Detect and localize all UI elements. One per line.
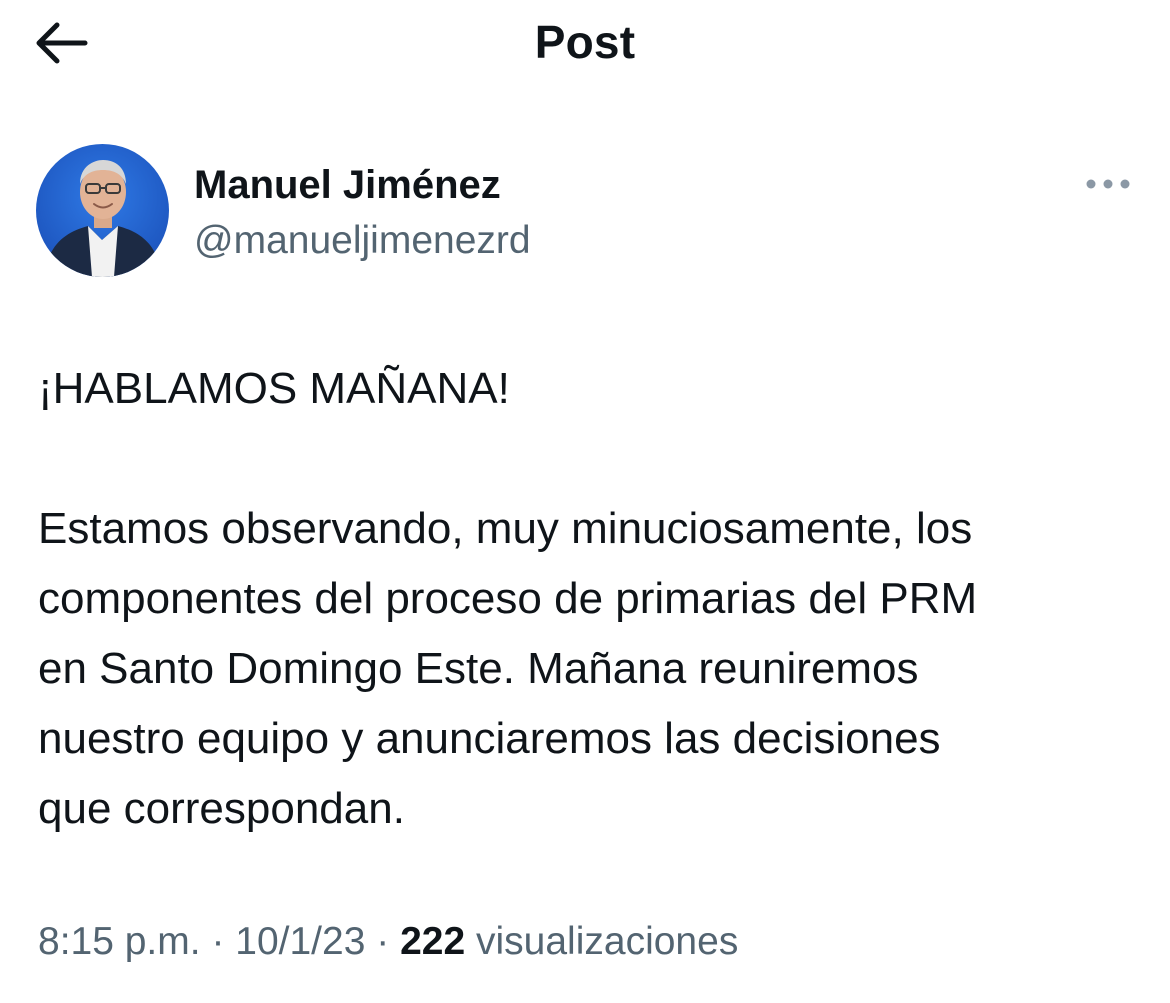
post-line: que correspondan. bbox=[38, 784, 405, 833]
top-bar: Post bbox=[0, 0, 1170, 90]
author-handle[interactable]: @manueljimenezrd bbox=[194, 216, 531, 266]
post-body: ¡HABLAMOS MAÑANA! Estamos observando, mu… bbox=[38, 354, 1138, 844]
more-options-button[interactable] bbox=[1078, 166, 1138, 202]
post-line: Estamos observando, muy minuciosamente, … bbox=[38, 504, 973, 553]
separator: · bbox=[211, 920, 225, 963]
page-title: Post bbox=[534, 16, 636, 68]
separator: · bbox=[376, 920, 390, 963]
post-author: Manuel Jiménez @manueljimenezrd bbox=[36, 144, 1136, 278]
views-count[interactable]: 222 bbox=[400, 920, 465, 963]
profile-photo bbox=[36, 144, 169, 277]
post-line: componentes del proceso de primarias del… bbox=[38, 574, 978, 623]
post-metadata: 8:15 p.m. · 10/1/23 · 222 visualizacione… bbox=[38, 914, 738, 970]
post-line: en Santo Domingo Este. Mañana reuniremos bbox=[38, 644, 919, 693]
views-label[interactable]: visualizaciones bbox=[476, 920, 738, 963]
post-headline: ¡HABLAMOS MAÑANA! bbox=[38, 364, 510, 413]
post-date[interactable]: 10/1/23 bbox=[235, 920, 365, 963]
post-time[interactable]: 8:15 p.m. bbox=[38, 920, 201, 963]
more-horizontal-icon bbox=[1086, 179, 1130, 189]
avatar[interactable] bbox=[36, 144, 169, 277]
author-name[interactable]: Manuel Jiménez bbox=[194, 160, 501, 210]
post-line: nuestro equipo y anunciaremos las decisi… bbox=[38, 714, 941, 763]
